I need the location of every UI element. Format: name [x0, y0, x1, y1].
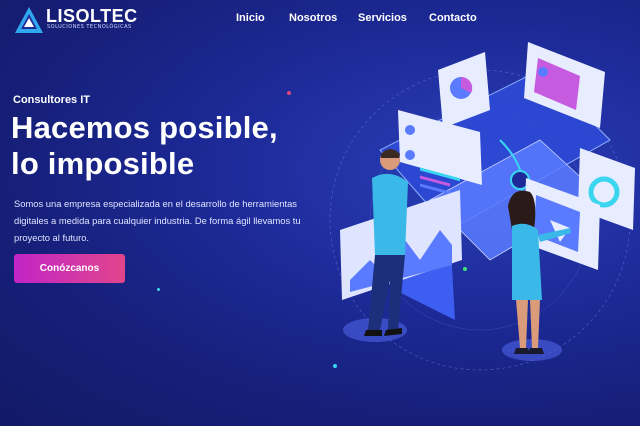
cta-button[interactable]: Conózcanos — [14, 254, 125, 283]
decor-dot — [157, 288, 160, 291]
nav-link-nosotros[interactable]: Nosotros — [289, 12, 337, 24]
hero-description: Somos una empresa especializada en el de… — [14, 198, 301, 243]
nav-link-inicio[interactable]: Inicio — [236, 12, 265, 24]
brand-tagline: SOLUCIONES TECNOLÓGICAS — [47, 24, 132, 30]
nav-link-contacto[interactable]: Contacto — [429, 12, 477, 24]
isometric-dashboard-illustration — [329, 42, 635, 371]
hero-kicker: Consultores IT — [13, 94, 91, 106]
nav-link-servicios[interactable]: Servicios — [358, 12, 407, 24]
logo-icon — [15, 7, 43, 33]
brand-logo[interactable]: LISOLTEC SOLUCIONES TECNOLÓGICAS — [14, 6, 137, 34]
